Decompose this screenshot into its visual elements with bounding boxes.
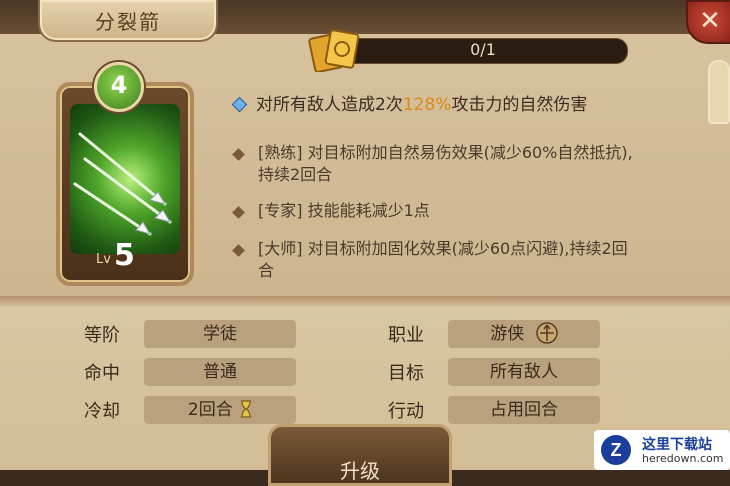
watermark-url: heredown.com [642, 452, 724, 465]
action-label: 行动 [388, 401, 424, 422]
close-button[interactable]: ✕ [686, 0, 730, 44]
effect-line: 合 [258, 261, 275, 280]
close-icon[interactable]: ✕ [688, 6, 730, 36]
main-effect-highlight: 128% [402, 95, 452, 115]
main-effect-after: 攻击力的自然伤害 [451, 95, 588, 115]
cooldown-value: 2回合 [144, 396, 296, 424]
ranger-class-icon [535, 322, 558, 344]
main-effect-text: 对所有敌人造成2次128%攻击力的自然伤害 [256, 94, 587, 116]
level-label: Lv [96, 252, 111, 267]
job-text: 游侠 [490, 324, 525, 344]
hit-value: 普通 [144, 358, 296, 386]
hit-label: 命中 [84, 363, 120, 384]
arrows-art-icon [70, 104, 180, 254]
svg-text:Z: Z [611, 440, 622, 460]
skill-card[interactable]: Lv 5 [56, 82, 194, 286]
action-value: 占用回合 [448, 396, 600, 424]
watermark: Z 这里下载站 heredown.com [594, 430, 730, 470]
cooldown-text: 2回合 [187, 400, 233, 420]
target-label: 目标 [388, 363, 424, 384]
hourglass-icon [241, 400, 252, 418]
effect-line: 持续2回合 [258, 165, 333, 184]
progress-text: 0/1 [470, 40, 496, 59]
cost-value: 4 [110, 71, 128, 99]
upgrade-button[interactable]: 升级 [268, 424, 452, 486]
rank-label: 等阶 [84, 325, 120, 346]
rank-value: 学徒 [144, 320, 296, 348]
skill-title: 分裂箭 [95, 10, 161, 34]
job-label: 职业 [388, 325, 424, 346]
effect-line: [熟练] 对目标附加自然易伤效果(减少60%自然抵抗), [258, 143, 633, 162]
cooldown-label: 冷却 [84, 401, 120, 422]
section-divider [0, 296, 730, 306]
watermark-title: 这里下载站 [642, 437, 712, 453]
card-scroll-icon [308, 29, 360, 72]
effect-line: [专家] 技能能耗减少1点 [258, 201, 430, 220]
effect-line: [大师] 对目标附加固化效果(减少60点闪避),持续2回 [258, 239, 628, 258]
job-value: 游侠 [448, 320, 600, 348]
key-ornament-icon [708, 60, 730, 124]
watermark-logo: Z [601, 435, 631, 465]
title-tab: 分裂箭 [38, 0, 218, 42]
main-effect-before: 对所有敌人造成2次 [256, 95, 403, 115]
level-value: 5 [114, 238, 135, 273]
cost-badge: 4 [94, 62, 144, 112]
target-value: 所有敌人 [448, 358, 600, 386]
